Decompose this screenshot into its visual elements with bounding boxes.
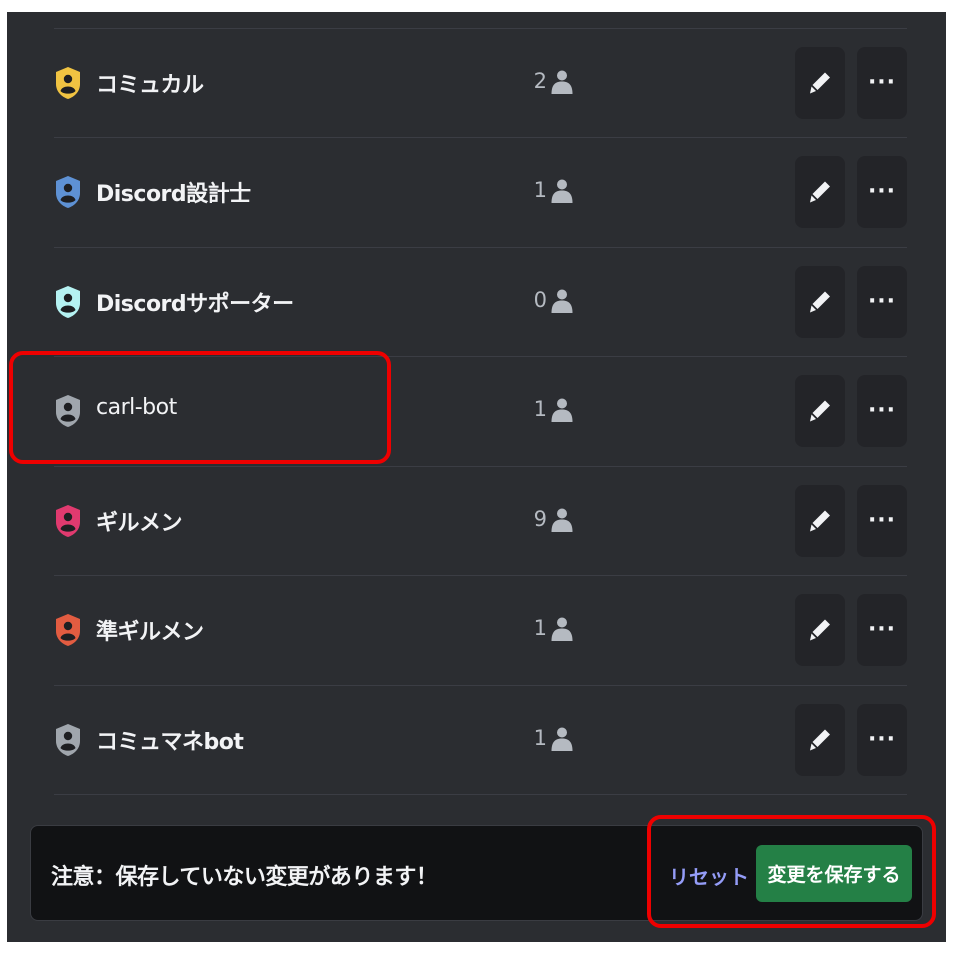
more-options-button[interactable]: ··· <box>857 704 907 776</box>
member-count: 9 <box>533 507 547 531</box>
member-count: 1 <box>533 397 547 421</box>
more-options-button[interactable]: ··· <box>857 47 907 119</box>
person-icon <box>550 397 574 423</box>
more-icon: ··· <box>867 508 897 533</box>
person-icon <box>550 178 574 204</box>
more-icon: ··· <box>867 179 897 204</box>
role-shield-icon <box>54 285 82 319</box>
member-count: 1 <box>533 616 547 640</box>
pencil-icon <box>809 618 831 642</box>
role-name: Discord設計士 <box>96 182 251 207</box>
more-icon: ··· <box>867 70 897 95</box>
person-icon <box>550 616 574 642</box>
more-options-button[interactable]: ··· <box>857 266 907 338</box>
more-options-button[interactable]: ··· <box>857 485 907 557</box>
pencil-icon <box>809 180 831 204</box>
highlight-save-actions <box>647 815 936 928</box>
role-shield-icon <box>54 613 82 647</box>
edit-role-button[interactable] <box>795 594 845 666</box>
pencil-icon <box>809 509 831 533</box>
role-row[interactable]: コミュカル 2 ··· <box>54 28 907 137</box>
role-row[interactable]: Discord設計士 1 ··· <box>54 137 907 246</box>
highlight-carl-bot-row <box>9 351 391 464</box>
role-shield-icon <box>54 175 82 209</box>
edit-role-button[interactable] <box>795 375 845 447</box>
role-row[interactable]: 準ギルメン 1 ··· <box>54 575 907 684</box>
pencil-icon <box>809 399 831 423</box>
more-options-button[interactable]: ··· <box>857 594 907 666</box>
role-name: コミュカル <box>96 73 204 98</box>
role-row[interactable]: ギルメン 9 ··· <box>54 466 907 575</box>
pencil-icon <box>809 728 831 752</box>
member-count: 1 <box>533 178 547 202</box>
role-shield-icon <box>54 66 82 100</box>
role-shield-icon <box>54 723 82 757</box>
edit-role-button[interactable] <box>795 485 845 557</box>
person-icon <box>550 69 574 95</box>
edit-role-button[interactable] <box>795 156 845 228</box>
role-name: 準ギルメン <box>96 620 204 645</box>
more-icon: ··· <box>867 617 897 642</box>
member-count: 1 <box>533 726 547 750</box>
edit-role-button[interactable] <box>795 47 845 119</box>
more-icon: ··· <box>867 398 897 423</box>
person-icon <box>550 507 574 533</box>
member-count: 0 <box>533 288 547 312</box>
more-options-button[interactable]: ··· <box>857 156 907 228</box>
role-name: コミュマネbot <box>96 730 244 755</box>
role-name: Discordサポーター <box>96 292 294 317</box>
more-icon: ··· <box>867 727 897 752</box>
member-count: 2 <box>533 69 547 93</box>
edit-role-button[interactable] <box>795 266 845 338</box>
edit-role-button[interactable] <box>795 704 845 776</box>
role-name: ギルメン <box>96 511 183 536</box>
pencil-icon <box>809 290 831 314</box>
role-row[interactable]: Discordサポーター 0 ··· <box>54 247 907 356</box>
role-row[interactable]: コミュマネbot 1 ··· <box>54 685 907 795</box>
role-shield-icon <box>54 504 82 538</box>
unsaved-changes-message: 注意：保存していない変更があります！ <box>51 865 438 890</box>
person-icon <box>550 726 574 752</box>
pencil-icon <box>809 71 831 95</box>
person-icon <box>550 288 574 314</box>
more-icon: ··· <box>867 289 897 314</box>
more-options-button[interactable]: ··· <box>857 375 907 447</box>
roles-panel: コミュカル 2 ··· Discord設計士 1 ··· Discordサポータ… <box>7 12 946 942</box>
